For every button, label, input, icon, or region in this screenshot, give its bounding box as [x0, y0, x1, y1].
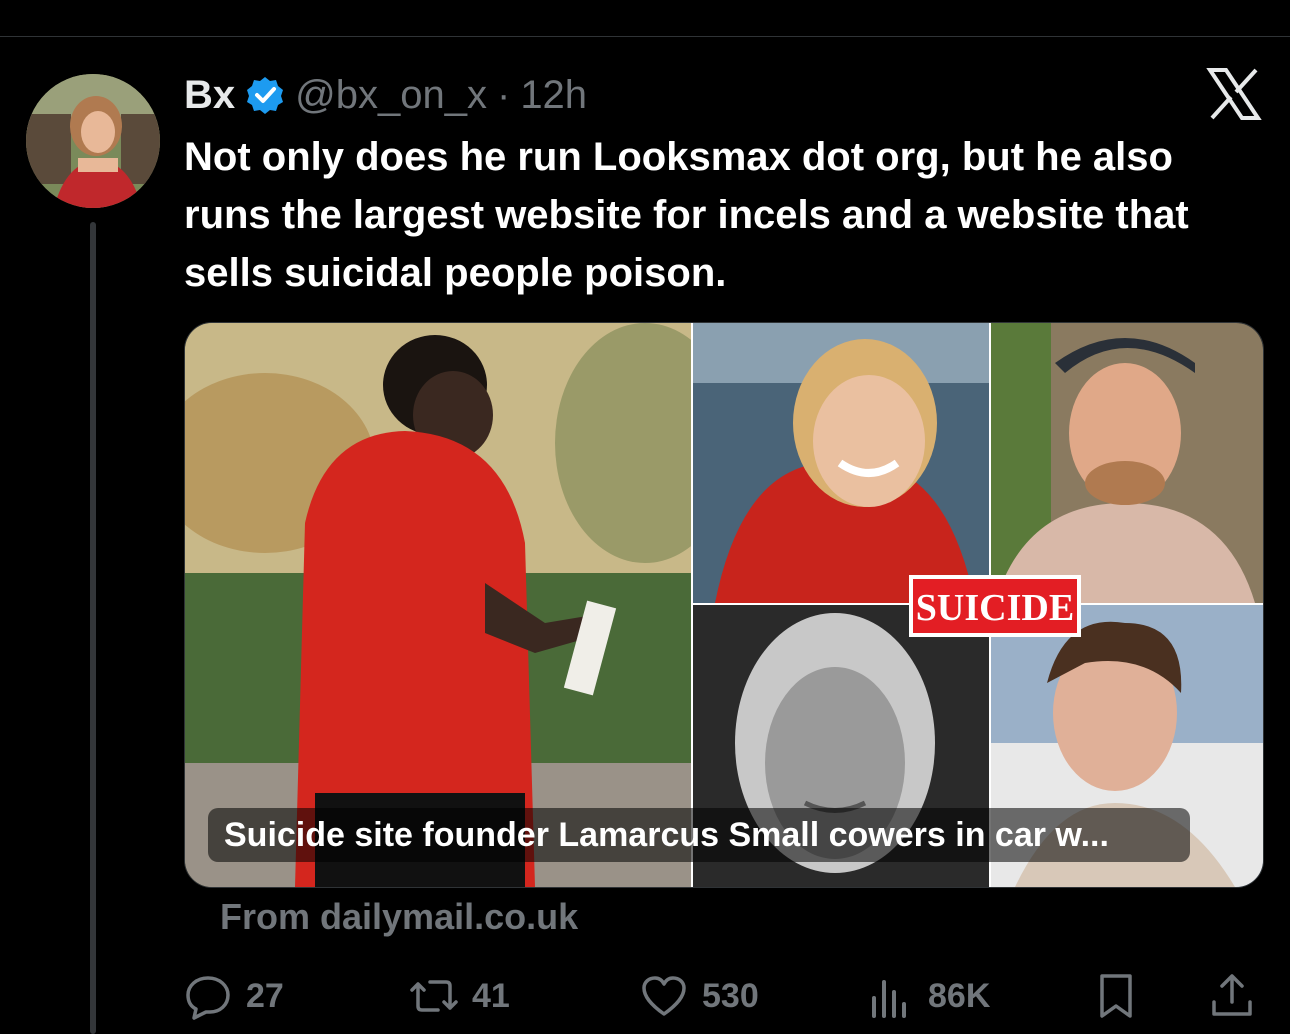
like-button[interactable]: 530 [640, 966, 759, 1026]
repost-button[interactable]: 41 [410, 966, 510, 1026]
suicide-badge: SUICIDE [909, 575, 1081, 637]
separator-dot: · [496, 72, 511, 117]
bookmark-icon [1100, 974, 1132, 1018]
like-icon [642, 976, 686, 1016]
action-bar: 27 41 530 86K [184, 966, 1260, 1026]
badge-text: SUICIDE [916, 587, 1074, 629]
card-headline[interactable]: Suicide site founder Lamarcus Small cowe… [208, 808, 1190, 862]
views-button[interactable]: 86K [866, 966, 990, 1026]
share-icon [1212, 974, 1252, 1016]
reply-icon [186, 976, 230, 1020]
share-button[interactable] [1208, 966, 1256, 1026]
tweet-text: Not only does he run Looksmax dot org, b… [184, 135, 1189, 295]
reply-button[interactable]: 27 [184, 966, 284, 1026]
card-source[interactable]: From dailymail.co.uk [220, 896, 578, 938]
avatar[interactable] [26, 74, 160, 208]
views-count: 86K [928, 976, 991, 1015]
card-photo-top-middle [693, 323, 989, 603]
verified-badge-icon [245, 75, 285, 115]
card-photo-left [185, 323, 735, 887]
bookmark-button[interactable] [1092, 966, 1140, 1026]
top-divider [0, 36, 1290, 37]
source-domain: dailymail.co.uk [320, 896, 579, 937]
like-count: 530 [702, 976, 759, 1015]
views-icon [872, 980, 906, 1018]
card-photo-top-right [991, 323, 1263, 603]
repost-count: 41 [472, 976, 510, 1015]
thread-line [90, 222, 96, 1034]
x-logo-icon [1206, 66, 1262, 122]
tweet-time[interactable]: 12h [520, 73, 587, 118]
reply-count: 27 [246, 976, 284, 1015]
author-name[interactable]: Bx [184, 73, 235, 118]
repost-icon [410, 980, 458, 1012]
author-handle[interactable]: @bx_on_x [295, 73, 487, 118]
link-card[interactable]: SUICIDE [184, 322, 1264, 888]
tweet-header: Bx @bx_on_x · 12h [184, 70, 587, 120]
source-prefix: From [220, 896, 321, 937]
